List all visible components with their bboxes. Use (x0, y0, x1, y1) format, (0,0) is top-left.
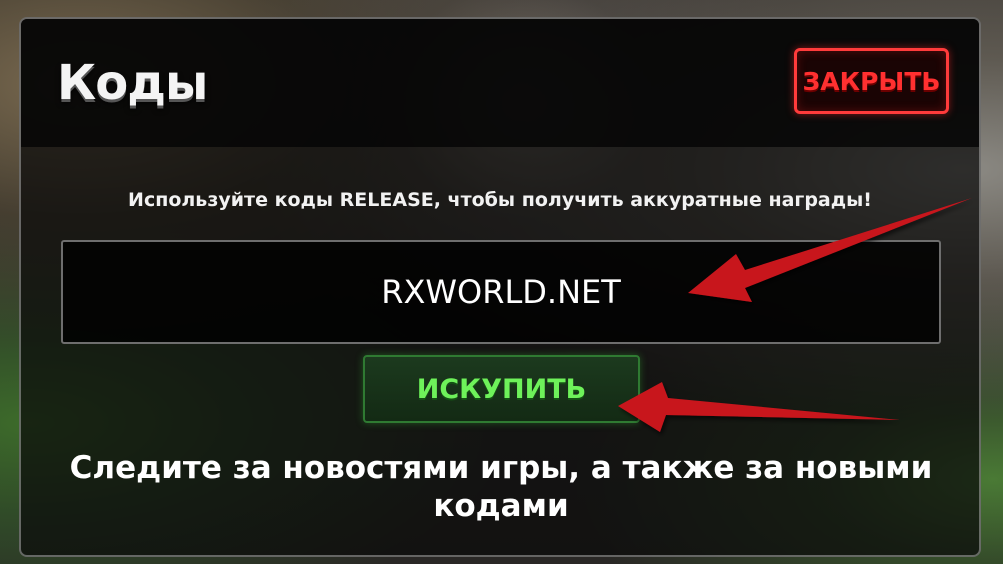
news-text-line-2: кодами (433, 488, 569, 524)
codes-hint-text: Используйте коды RELEASE, чтобы получить… (128, 189, 872, 211)
dialog-header: Коды ЗАКРЫТЬ (21, 19, 979, 147)
redeem-button[interactable]: ИСКУПИТЬ (363, 355, 640, 423)
dialog-title: Коды (57, 55, 208, 111)
news-text-line-1: Следите за новостями игры, а также за но… (69, 450, 933, 486)
news-text: Следите за новостями игры, а также за но… (51, 449, 951, 525)
close-button[interactable]: ЗАКРЫТЬ (794, 48, 949, 114)
code-input[interactable] (61, 240, 941, 344)
codes-dialog: Коды ЗАКРЫТЬ Используйте коды RELEASE, ч… (19, 17, 981, 557)
